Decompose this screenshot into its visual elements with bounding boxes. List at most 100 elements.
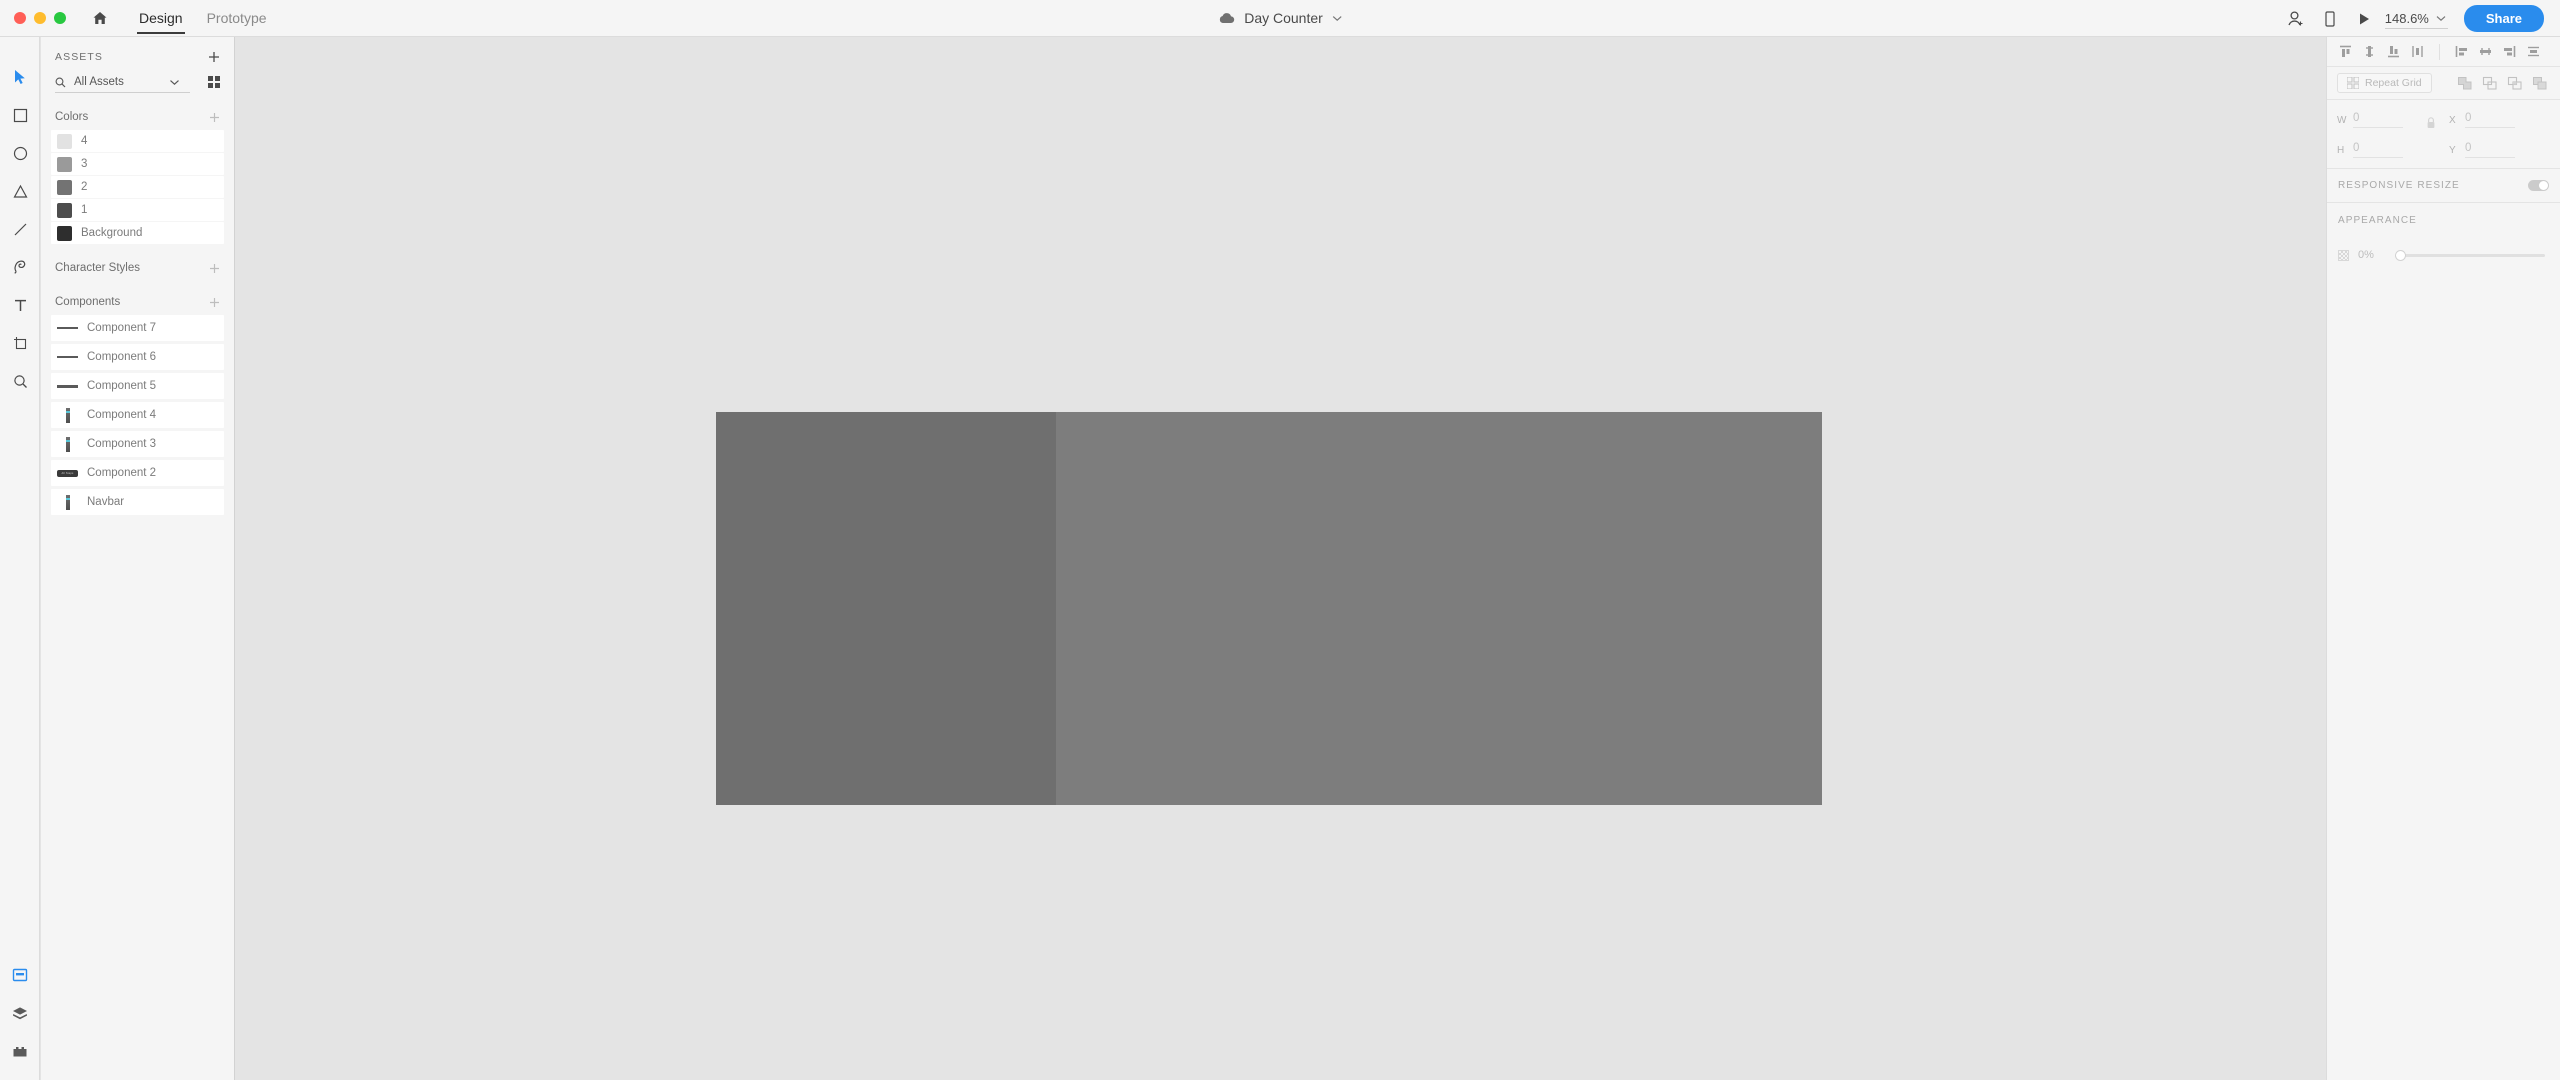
list-item[interactable]: Background (51, 222, 224, 244)
color-swatch (57, 156, 72, 172)
text-tool[interactable] (0, 286, 40, 324)
chevron-down-icon[interactable] (2436, 15, 2446, 22)
x-input[interactable]: 0 (2465, 112, 2515, 128)
cloud-icon (1218, 12, 1235, 24)
align-center-horizontal-icon[interactable] (2359, 41, 2380, 62)
x-label: X (2449, 114, 2456, 126)
y-field[interactable]: Y 0 (2449, 142, 2525, 158)
ellipse-tool[interactable] (0, 134, 40, 172)
list-item-label: 4 (81, 135, 88, 147)
adobe-xd-window: Design Prototype Day Counter 148.6% Shar… (0, 0, 2560, 1080)
opacity-slider[interactable] (2395, 249, 2545, 261)
add-component-button[interactable] (209, 297, 220, 308)
close-window-button[interactable] (14, 12, 26, 24)
responsive-resize-toggle[interactable] (2528, 180, 2549, 191)
list-item[interactable]: Navbar (51, 489, 224, 515)
list-item[interactable]: Component 4 (51, 402, 224, 428)
height-input[interactable]: 0 (2353, 142, 2403, 158)
rectangle-tool[interactable] (0, 96, 40, 134)
list-item[interactable]: 2 (51, 176, 224, 198)
minimize-window-button[interactable] (34, 12, 46, 24)
design-canvas[interactable] (236, 37, 2326, 1080)
add-collaborator-icon[interactable] (2279, 0, 2313, 37)
align-left-icon[interactable] (2451, 41, 2472, 62)
align-top-icon[interactable] (2335, 41, 2356, 62)
component-thumbnail (57, 379, 78, 394)
x-field[interactable]: X 0 (2449, 112, 2525, 128)
align-bottom-icon[interactable] (2383, 41, 2404, 62)
share-button[interactable]: Share (2463, 5, 2544, 32)
boolean-subtract-icon[interactable] (2479, 73, 2500, 94)
lock-aspect-ratio-icon[interactable] (2413, 112, 2449, 130)
list-item-label: Component 7 (87, 322, 157, 334)
artboard-left-half[interactable] (716, 412, 1056, 805)
opacity-row: 0% (2327, 237, 2560, 273)
document-title[interactable]: Day Counter (1218, 10, 1342, 26)
line-tool[interactable] (0, 210, 40, 248)
document-name: Day Counter (1244, 10, 1323, 26)
list-item[interactable]: All Steps Component 2 (51, 460, 224, 486)
chevron-down-icon[interactable] (1332, 15, 1342, 22)
boolean-add-icon[interactable] (2454, 73, 2475, 94)
list-item[interactable]: Component 5 (51, 373, 224, 399)
tab-prototype[interactable]: Prototype (195, 0, 279, 37)
play-icon[interactable] (2347, 0, 2381, 37)
opacity-value[interactable]: 0% (2358, 249, 2386, 261)
add-character-style-button[interactable] (209, 263, 220, 274)
assets-search-row[interactable]: All Assets (55, 76, 220, 93)
chevron-down-icon[interactable] (169, 79, 180, 86)
search-input[interactable]: All Assets (74, 76, 161, 88)
maximize-window-button[interactable] (54, 12, 66, 24)
plugins-panel-toggle[interactable] (0, 1032, 40, 1070)
artboard-tool[interactable] (0, 324, 40, 362)
component-thumbnail (57, 350, 78, 365)
list-item[interactable]: Component 6 (51, 344, 224, 370)
artboard-right-half[interactable] (1056, 412, 1822, 805)
y-label: Y (2449, 144, 2456, 156)
component-thumbnail (57, 494, 78, 510)
appearance-label: APPEARANCE (2338, 214, 2417, 226)
list-item-label: Navbar (87, 496, 125, 508)
height-field[interactable]: H 0 (2337, 142, 2413, 158)
polygon-tool[interactable] (0, 172, 40, 210)
list-item-label: 3 (81, 158, 88, 170)
zoom-level-control[interactable]: 148.6% (2384, 9, 2448, 29)
colors-list: 4 3 2 1 Background (41, 130, 234, 244)
section-label-character-styles: Character Styles (55, 262, 141, 274)
list-item[interactable]: 1 (51, 199, 224, 221)
responsive-resize-section: RESPONSIVE RESIZE (2327, 169, 2560, 203)
repeat-grid-row: Repeat Grid (2327, 67, 2560, 100)
grid-view-icon[interactable] (208, 76, 220, 88)
list-item-label: 2 (81, 181, 88, 193)
boolean-exclude-icon[interactable] (2529, 73, 2550, 94)
mobile-device-icon[interactable] (2313, 0, 2347, 37)
list-item[interactable]: 4 (51, 130, 224, 152)
search-underline (55, 92, 190, 93)
distribute-vertical-icon[interactable] (2407, 41, 2428, 62)
align-right-icon[interactable] (2499, 41, 2520, 62)
add-asset-button[interactable] (208, 51, 220, 63)
mode-tabs: Design Prototype (127, 0, 279, 37)
list-item[interactable]: 3 (51, 153, 224, 175)
width-input[interactable]: 0 (2353, 112, 2403, 128)
repeat-grid-button[interactable]: Repeat Grid (2337, 73, 2432, 93)
select-tool[interactable] (0, 58, 40, 96)
y-input[interactable]: 0 (2465, 142, 2515, 158)
distribute-horizontal-icon[interactable] (2523, 41, 2544, 62)
properties-panel: Repeat Grid W 0 X 0 H 0 Y 0 RESPONSIVE R… (2326, 37, 2560, 1080)
artboard[interactable] (716, 412, 1822, 805)
width-field[interactable]: W 0 (2337, 112, 2413, 128)
tab-design[interactable]: Design (127, 0, 195, 37)
list-item[interactable]: Component 7 (51, 315, 224, 341)
zoom-tool[interactable] (0, 362, 40, 400)
boolean-intersect-icon[interactable] (2504, 73, 2525, 94)
section-label-colors: Colors (55, 111, 89, 123)
opacity-slider-knob[interactable] (2395, 249, 2406, 261)
add-color-button[interactable] (209, 112, 220, 123)
assets-panel-toggle[interactable] (0, 956, 40, 994)
layers-panel-toggle[interactable] (0, 994, 40, 1032)
home-icon[interactable] (87, 5, 113, 31)
align-center-vertical-icon[interactable] (2475, 41, 2496, 62)
pen-tool[interactable] (0, 248, 40, 286)
list-item[interactable]: Component 3 (51, 431, 224, 457)
